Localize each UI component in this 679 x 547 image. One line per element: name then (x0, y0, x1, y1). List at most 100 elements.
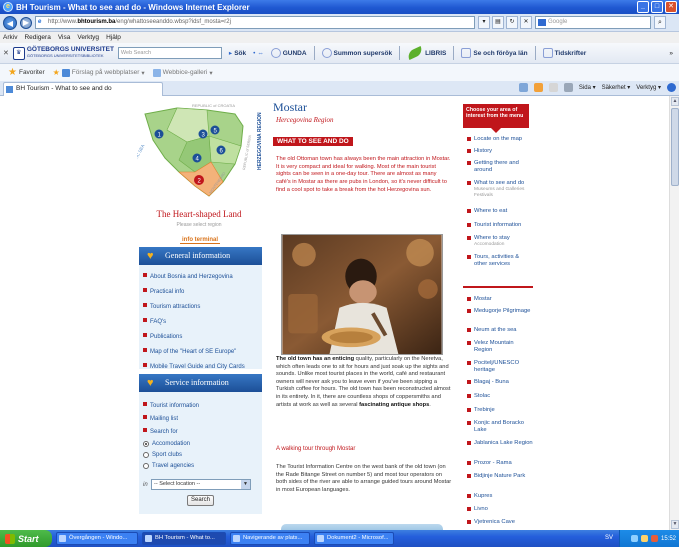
place-bidjinje[interactable]: Bidjinje Nature Park (467, 473, 533, 480)
link-about-bih[interactable]: About Bosnia and Herzegovina (143, 273, 233, 280)
place-mostar[interactable]: Mostar (467, 296, 533, 303)
favorites-bar: ★ Favoriter ★ Förslag på webbplatser ▾ Web… (0, 64, 679, 81)
link-map-heart[interactable]: Map of the "Heart of SE Europe" (143, 348, 236, 355)
region-map[interactable]: REPUBLIC of CROATIA 1 3 5 6 4 2 ADRIATIC… (137, 100, 262, 205)
task-overgangen[interactable]: Övergången - Windo... (56, 532, 138, 545)
clock[interactable]: 15:52 (661, 536, 676, 542)
start-button[interactable]: Start (0, 530, 52, 547)
place-medugorje[interactable]: Medugorje Pilgrimage (467, 308, 533, 315)
network-icon[interactable] (630, 535, 638, 542)
place-vjetrenica[interactable]: Vjetrenica Cave (467, 519, 533, 526)
feeds-icon[interactable] (533, 83, 543, 92)
in-label: in (143, 482, 148, 488)
language-indicator[interactable]: SV (605, 535, 613, 541)
heart-icon: ♥ (147, 250, 154, 262)
task-bh-tourism[interactable]: BH Tourism - What to... (142, 532, 226, 545)
scroll-down-icon[interactable]: ▼ (671, 520, 679, 529)
place-jablanica[interactable]: Jablanica Lake Region (467, 440, 533, 447)
link-getting-there[interactable]: Getting there and around (467, 160, 533, 174)
link-history[interactable]: History (467, 148, 533, 155)
place-livno[interactable]: Livno (467, 506, 533, 513)
suggested-sites-link[interactable]: ★ Förslag på webbplatser ▾ (53, 68, 145, 78)
vertical-scrollbar[interactable]: ▲ ▼ (669, 96, 679, 530)
home-icon[interactable] (518, 83, 528, 92)
toolbar-overflow-icon[interactable]: » (669, 50, 673, 57)
place-kupres[interactable]: Kupres (467, 493, 533, 500)
search-icon[interactable]: ⌕ (654, 16, 666, 29)
toolbar-libris[interactable]: LIBRIS (404, 45, 449, 61)
task-navigerande[interactable]: Navigerande av plats... (230, 532, 310, 545)
close-button[interactable]: ✕ (665, 1, 677, 13)
forward-button[interactable]: ▶ (20, 16, 32, 29)
cmd-sakerhet[interactable]: Säkerhet ▾ (602, 84, 631, 91)
place-pocitelj[interactable]: Pocitelj/UNESCO heritage (467, 360, 533, 374)
compat-view-icon[interactable]: ▤ (492, 16, 504, 29)
tab-bh-tourism[interactable]: BH Tourism - What to see and do (3, 82, 163, 96)
link-tourist-information[interactable]: Tourist information (143, 402, 199, 409)
menu-arkiv[interactable]: Arkiv (3, 34, 17, 41)
web-slice-gallery-link[interactable]: Webbice-galleri ▾ (152, 68, 213, 77)
refresh-icon[interactable]: ↻ (506, 16, 518, 29)
link-where-to-eat[interactable]: Where to eat (467, 208, 533, 215)
toolbar-summon[interactable]: Summon supersök (319, 47, 396, 59)
scrollbar-thumb[interactable] (671, 108, 679, 186)
toolbar-search-input[interactable]: Web Search (117, 47, 222, 59)
university-logo[interactable]: ♛ GÖTEBORGS UNIVERSITET GÖTEBORGS UNIVERS… (12, 46, 114, 60)
link-locate-on-map[interactable]: Locate on the map (467, 136, 533, 143)
libris-leaf-icon (406, 45, 425, 61)
dropdown-icon[interactable]: ▾ (478, 16, 490, 29)
radio-travel-agencies[interactable]: Travel agencies (143, 463, 194, 469)
location-select[interactable]: -- Select location -- ▼ (151, 479, 251, 490)
cmd-verktyg[interactable]: Verktyg ▾ (636, 84, 661, 91)
url-field[interactable]: http://www.bhtourism.ba/eng/whattoseeand… (35, 16, 475, 29)
link-mailing-list[interactable]: Mailing list (143, 415, 178, 422)
link-where-to-stay[interactable]: Where to stay Accomodation (467, 235, 533, 248)
cmd-sida[interactable]: Sida ▾ (579, 84, 596, 91)
close-toolbar-icon[interactable]: ✕ (3, 49, 9, 57)
walking-tour-link[interactable]: A walking tour through Mostar (276, 446, 355, 452)
place-velez[interactable]: Velez Mountain Region (467, 340, 533, 354)
link-tours-activities[interactable]: Tours, activities & other services (467, 254, 533, 268)
menu-redigera[interactable]: Redigera (24, 34, 50, 41)
link-search-for[interactable]: Search for (143, 428, 178, 435)
web-search-input[interactable]: Google (535, 16, 651, 29)
toolbar-search-button[interactable]: ▸ Sök (226, 48, 249, 58)
search-button[interactable]: Search (187, 495, 214, 506)
place-blagaj[interactable]: Blagaj - Buna (467, 379, 533, 386)
security-icon[interactable] (650, 535, 658, 542)
body-paragraph: The old town has an enticing quality, pa… (276, 356, 451, 408)
menu-visa[interactable]: Visa (58, 34, 71, 41)
link-practical-info[interactable]: Practical info (143, 288, 184, 295)
place-prozor[interactable]: Prozor - Rama (467, 460, 533, 467)
favorites-button[interactable]: ★ Favoriter (8, 67, 45, 78)
radio-accomodation[interactable]: Accomodation (143, 441, 190, 447)
link-what-to-see[interactable]: What to see and do Museums and Galleries … (467, 180, 533, 199)
toolbar-tidskrifter[interactable]: Tidskrifter (540, 47, 590, 59)
back-button[interactable]: ◀ (3, 15, 17, 30)
tourist-centre-paragraph: The Tourist Information Centre on the we… (276, 464, 452, 493)
task-dokument2[interactable]: Dokument2 - Microsof... (314, 532, 394, 545)
minimize-button[interactable]: _ (637, 1, 649, 13)
print-icon[interactable] (563, 83, 573, 92)
link-faqs[interactable]: FAQ's (143, 318, 166, 325)
place-konjic[interactable]: Konjic and Boracko Lake (467, 420, 533, 434)
toolbar-gunda[interactable]: GUNDA (268, 47, 310, 59)
stop-icon[interactable]: ✕ (520, 16, 532, 29)
link-publications[interactable]: Publications (143, 333, 182, 340)
link-tourism-attractions[interactable]: Tourism attractions (143, 303, 200, 310)
intro-paragraph: The old Ottoman town has always been the… (276, 156, 451, 193)
menu-hjalp[interactable]: Hjälp (106, 34, 121, 41)
place-trebinje[interactable]: Trebinje (467, 407, 533, 414)
link-tourist-info[interactable]: Tourist information (467, 222, 533, 229)
menu-verktyg[interactable]: Verktyg (77, 34, 99, 41)
volume-icon[interactable] (640, 535, 648, 542)
maximize-button[interactable]: □ (651, 1, 663, 13)
scroll-up-icon[interactable]: ▲ (671, 97, 679, 106)
link-mobile-guide[interactable]: Mobile Travel Guide and City Cards (143, 363, 245, 370)
toolbar-se-och-foroya[interactable]: Se och föröya län (458, 47, 530, 59)
help-icon[interactable] (667, 83, 676, 92)
place-neum[interactable]: Neum at the sea (467, 327, 533, 334)
mail-icon[interactable] (548, 83, 558, 92)
place-stolac[interactable]: Stolac (467, 393, 533, 400)
radio-sport-clubs[interactable]: Sport clubs (143, 452, 182, 458)
